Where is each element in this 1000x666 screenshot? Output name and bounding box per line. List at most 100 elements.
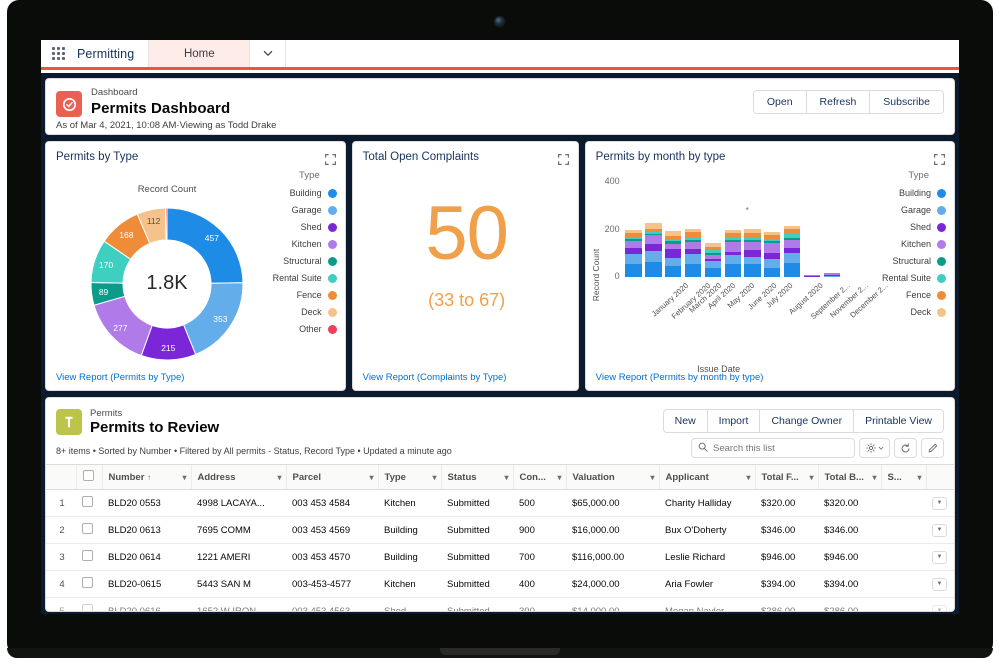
legend-item-building[interactable]: Building <box>899 185 946 201</box>
row-actions[interactable]: ▼ <box>926 517 955 544</box>
search-input[interactable] <box>713 443 848 454</box>
legend-item-rental-suite[interactable]: Rental Suite <box>273 270 337 286</box>
cell-applicant[interactable]: Bux O'Doherty <box>659 517 755 544</box>
table-row[interactable]: 1BLD20 05534998 LACAYA...003 453 4584Kit… <box>46 490 955 517</box>
printable-view-button[interactable]: Printable View <box>853 410 943 432</box>
view-report-link-permits-by-type[interactable]: View Report (Permits by Type) <box>56 372 184 383</box>
cell-applicant[interactable]: Aria Fowler <box>659 571 755 598</box>
col-address[interactable]: Address▾ <box>191 465 286 490</box>
col-s[interactable]: S...▾ <box>881 465 926 490</box>
view-report-link-complaints-by-type[interactable]: View Report (Complaints by Type) <box>363 372 507 383</box>
legend-item-rental-suite[interactable]: Rental Suite <box>882 270 946 286</box>
bar-april-2020[interactable] <box>685 229 701 277</box>
col-applicant[interactable]: Applicant▾ <box>659 465 755 490</box>
row-checkbox[interactable] <box>82 496 93 507</box>
donut-slice-garage[interactable] <box>184 283 243 355</box>
row-actions[interactable]: ▼ <box>926 571 955 598</box>
row-checkbox[interactable] <box>76 544 102 571</box>
expand-icon[interactable] <box>558 152 569 163</box>
col-number[interactable]: Number ↑▾ <box>102 465 191 490</box>
col-select-all[interactable] <box>76 465 102 490</box>
expand-icon[interactable] <box>934 152 945 163</box>
cell-applicant[interactable]: Megan Naylor <box>659 598 755 613</box>
view-report-link-permits-by-month[interactable]: View Report (Permits by month by type) <box>596 372 764 383</box>
table-row[interactable]: 2BLD20 06137695 COMM003 453 4569Building… <box>46 517 955 544</box>
col-con[interactable]: Con...▾ <box>513 465 566 490</box>
refresh-icon[interactable] <box>894 438 917 458</box>
table-row[interactable]: 4BLD20-06155443 SAN M003-453-4577Kitchen… <box>46 571 955 598</box>
bar-february-2020[interactable] <box>645 223 661 277</box>
cell-applicant[interactable]: Charity Halliday <box>659 490 755 517</box>
cell-number[interactable]: BLD20 0613 <box>102 517 191 544</box>
bar-november-2-[interactable] <box>804 275 820 277</box>
legend-item-deck[interactable]: Deck <box>910 304 946 320</box>
col-type[interactable]: Type▾ <box>378 465 441 490</box>
bar-august-2020[interactable] <box>764 232 780 277</box>
legend-item-fence[interactable]: Fence <box>906 287 946 303</box>
bar-june-2020[interactable] <box>725 230 741 277</box>
expand-icon[interactable] <box>325 152 336 163</box>
row-checkbox[interactable] <box>76 490 102 517</box>
col-status[interactable]: Status▾ <box>441 465 513 490</box>
row-checkbox[interactable] <box>82 550 93 561</box>
import-button[interactable]: Import <box>707 410 760 432</box>
legend-item-fence[interactable]: Fence <box>297 287 337 303</box>
change-owner-button[interactable]: Change Owner <box>759 410 853 432</box>
row-checkbox[interactable] <box>76 598 102 613</box>
cell-number[interactable]: BLD20-0615 <box>102 571 191 598</box>
col-parcel[interactable]: Parcel▾ <box>286 465 378 490</box>
col-total-f[interactable]: Total F...▾ <box>755 465 818 490</box>
row-checkbox[interactable] <box>82 523 93 534</box>
chevron-down-icon[interactable]: ▼ <box>932 497 947 510</box>
bar-september-2-[interactable] <box>784 226 800 277</box>
legend-item-kitchen[interactable]: Kitchen <box>292 236 337 252</box>
legend-item-deck[interactable]: Deck <box>301 304 337 320</box>
refresh-button[interactable]: Refresh <box>806 91 870 113</box>
select-all-checkbox[interactable] <box>83 470 94 481</box>
chevron-down-icon[interactable]: ▼ <box>932 551 947 564</box>
search-box[interactable] <box>691 438 855 458</box>
open-button[interactable]: Open <box>754 91 806 113</box>
row-actions[interactable]: ▼ <box>926 490 955 517</box>
cell-number[interactable]: BLD20 0614 <box>102 544 191 571</box>
legend-item-building[interactable]: Building <box>290 185 337 201</box>
cell-number[interactable]: BLD20 0616 <box>102 598 191 613</box>
cell-number[interactable]: BLD20 0553 <box>102 490 191 517</box>
cell-applicant[interactable]: Leslie Richard <box>659 544 755 571</box>
legend-item-shed[interactable]: Shed <box>910 219 946 235</box>
row-checkbox[interactable] <box>82 577 93 588</box>
legend-item-shed[interactable]: Shed <box>301 219 337 235</box>
bar-december-2-[interactable] <box>824 273 840 277</box>
gear-icon[interactable] <box>859 438 890 458</box>
row-checkbox[interactable] <box>76 517 102 544</box>
app-name[interactable]: Permitting <box>75 40 148 67</box>
row-checkbox[interactable] <box>76 571 102 598</box>
donut-slice-building[interactable] <box>167 208 243 283</box>
chevron-down-icon[interactable]: ▼ <box>932 524 947 537</box>
chevron-down-icon[interactable] <box>250 40 286 67</box>
table-row[interactable]: 5BLD20 06161652 W IRON003 453 4563ShedSu… <box>46 598 955 613</box>
legend-item-structural[interactable]: Structural <box>892 253 946 269</box>
legend-item-structural[interactable]: Structural <box>283 253 337 269</box>
donut-slice-other[interactable] <box>165 208 167 240</box>
legend-item-garage[interactable]: Garage <box>292 202 337 218</box>
nav-tab-home[interactable]: Home <box>148 40 250 67</box>
chevron-down-icon[interactable]: ▼ <box>932 578 947 591</box>
donut-slice-kitchen[interactable] <box>94 296 152 355</box>
bar-january-2020[interactable] <box>625 230 641 277</box>
legend-item-garage[interactable]: Garage <box>901 202 946 218</box>
row-actions[interactable]: ▼ <box>926 544 955 571</box>
col-total-b[interactable]: Total B...▾ <box>818 465 881 490</box>
legend-item-other[interactable]: Other <box>299 321 337 337</box>
new-button[interactable]: New <box>664 410 707 432</box>
legend-item-kitchen[interactable]: Kitchen <box>901 236 946 252</box>
pencil-icon[interactable] <box>921 438 944 458</box>
app-launcher-icon[interactable] <box>41 40 75 67</box>
table-row[interactable]: 3BLD20 06141221 AMERI003 453 4570Buildin… <box>46 544 955 571</box>
subscribe-button[interactable]: Subscribe <box>869 91 943 113</box>
chevron-down-icon[interactable]: ▼ <box>932 605 947 613</box>
row-actions[interactable]: ▼ <box>926 598 955 613</box>
bar-july-2020[interactable] <box>744 229 760 277</box>
bar-march-2020[interactable] <box>665 231 681 277</box>
row-checkbox[interactable] <box>82 604 93 612</box>
